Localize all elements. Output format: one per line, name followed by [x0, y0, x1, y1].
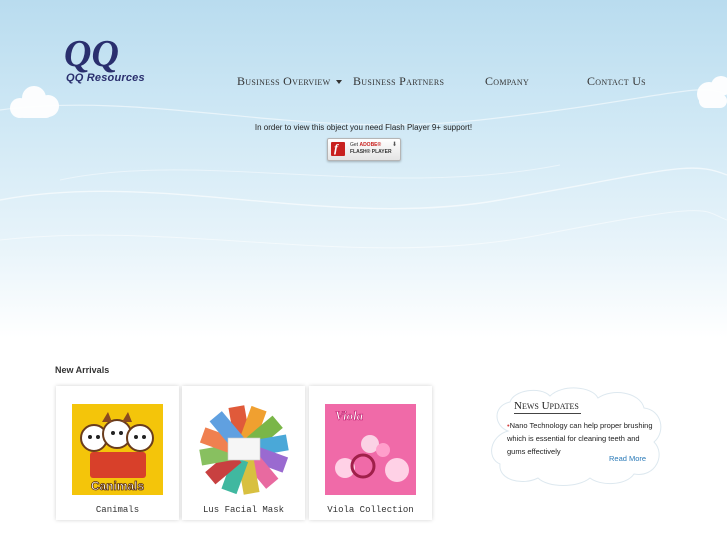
flash-badge-line1: Get ADOBE®	[350, 142, 382, 148]
product-label: Lus Facial Mask	[202, 505, 284, 515]
product-image-canimals: Canimals	[72, 404, 163, 495]
cloud-decoration-right-mid	[660, 358, 722, 392]
svg-text:Viola: Viola	[335, 408, 364, 423]
news-item-text: Nano Technology can help proper brushing…	[507, 421, 653, 456]
flash-required-message: In order to view this object you need Fl…	[254, 123, 473, 132]
nav-business-partners[interactable]: Business Partners	[353, 74, 444, 89]
product-label: Canimals	[95, 505, 140, 515]
flash-badge-line2: FLASH® PLAYER	[350, 149, 392, 155]
flash-player-icon: f	[331, 141, 345, 156]
main-nav: Business Overview Business Partners Comp…	[0, 74, 727, 92]
product-card-viola-collection[interactable]: Viola Viola Collection	[309, 386, 432, 520]
product-image-viola-collection: Viola	[325, 404, 416, 495]
nav-business-overview[interactable]: Business Overview	[237, 74, 343, 89]
read-more-link[interactable]: Read More	[609, 454, 646, 463]
cloud-decoration-right-bottom	[644, 510, 701, 545]
cloud-decoration-left-mid	[0, 345, 42, 378]
svg-text:QQ: QQ	[64, 36, 119, 75]
nav-label: Company	[485, 74, 530, 88]
news-updates-title: News Updates	[514, 400, 581, 414]
product-card-canimals[interactable]: Canimals Canimals	[56, 386, 179, 520]
product-label: Viola Collection	[327, 505, 414, 515]
product-image-lus-facial-mask	[198, 404, 289, 495]
svg-text:Canimals: Canimals	[91, 479, 145, 493]
news-item[interactable]: •Nano Technology can help proper brushin…	[507, 419, 657, 458]
new-arrivals-title: New Arrivals	[55, 365, 110, 375]
nav-label: Business Overview	[237, 74, 331, 88]
nav-label: Contact Us	[587, 74, 646, 88]
nav-company[interactable]: Company	[485, 74, 529, 89]
get-flash-player-button[interactable]: f Get ADOBE® FLASH® PLAYER ⬇	[327, 138, 401, 161]
nav-contact-us[interactable]: Contact Us	[587, 74, 646, 89]
download-arrow-icon: ⬇	[391, 142, 397, 148]
nav-label: Business Partners	[353, 74, 445, 88]
chevron-down-icon	[336, 80, 343, 85]
product-card-lus-facial-mask[interactable]: Lus Facial Mask	[182, 386, 305, 520]
